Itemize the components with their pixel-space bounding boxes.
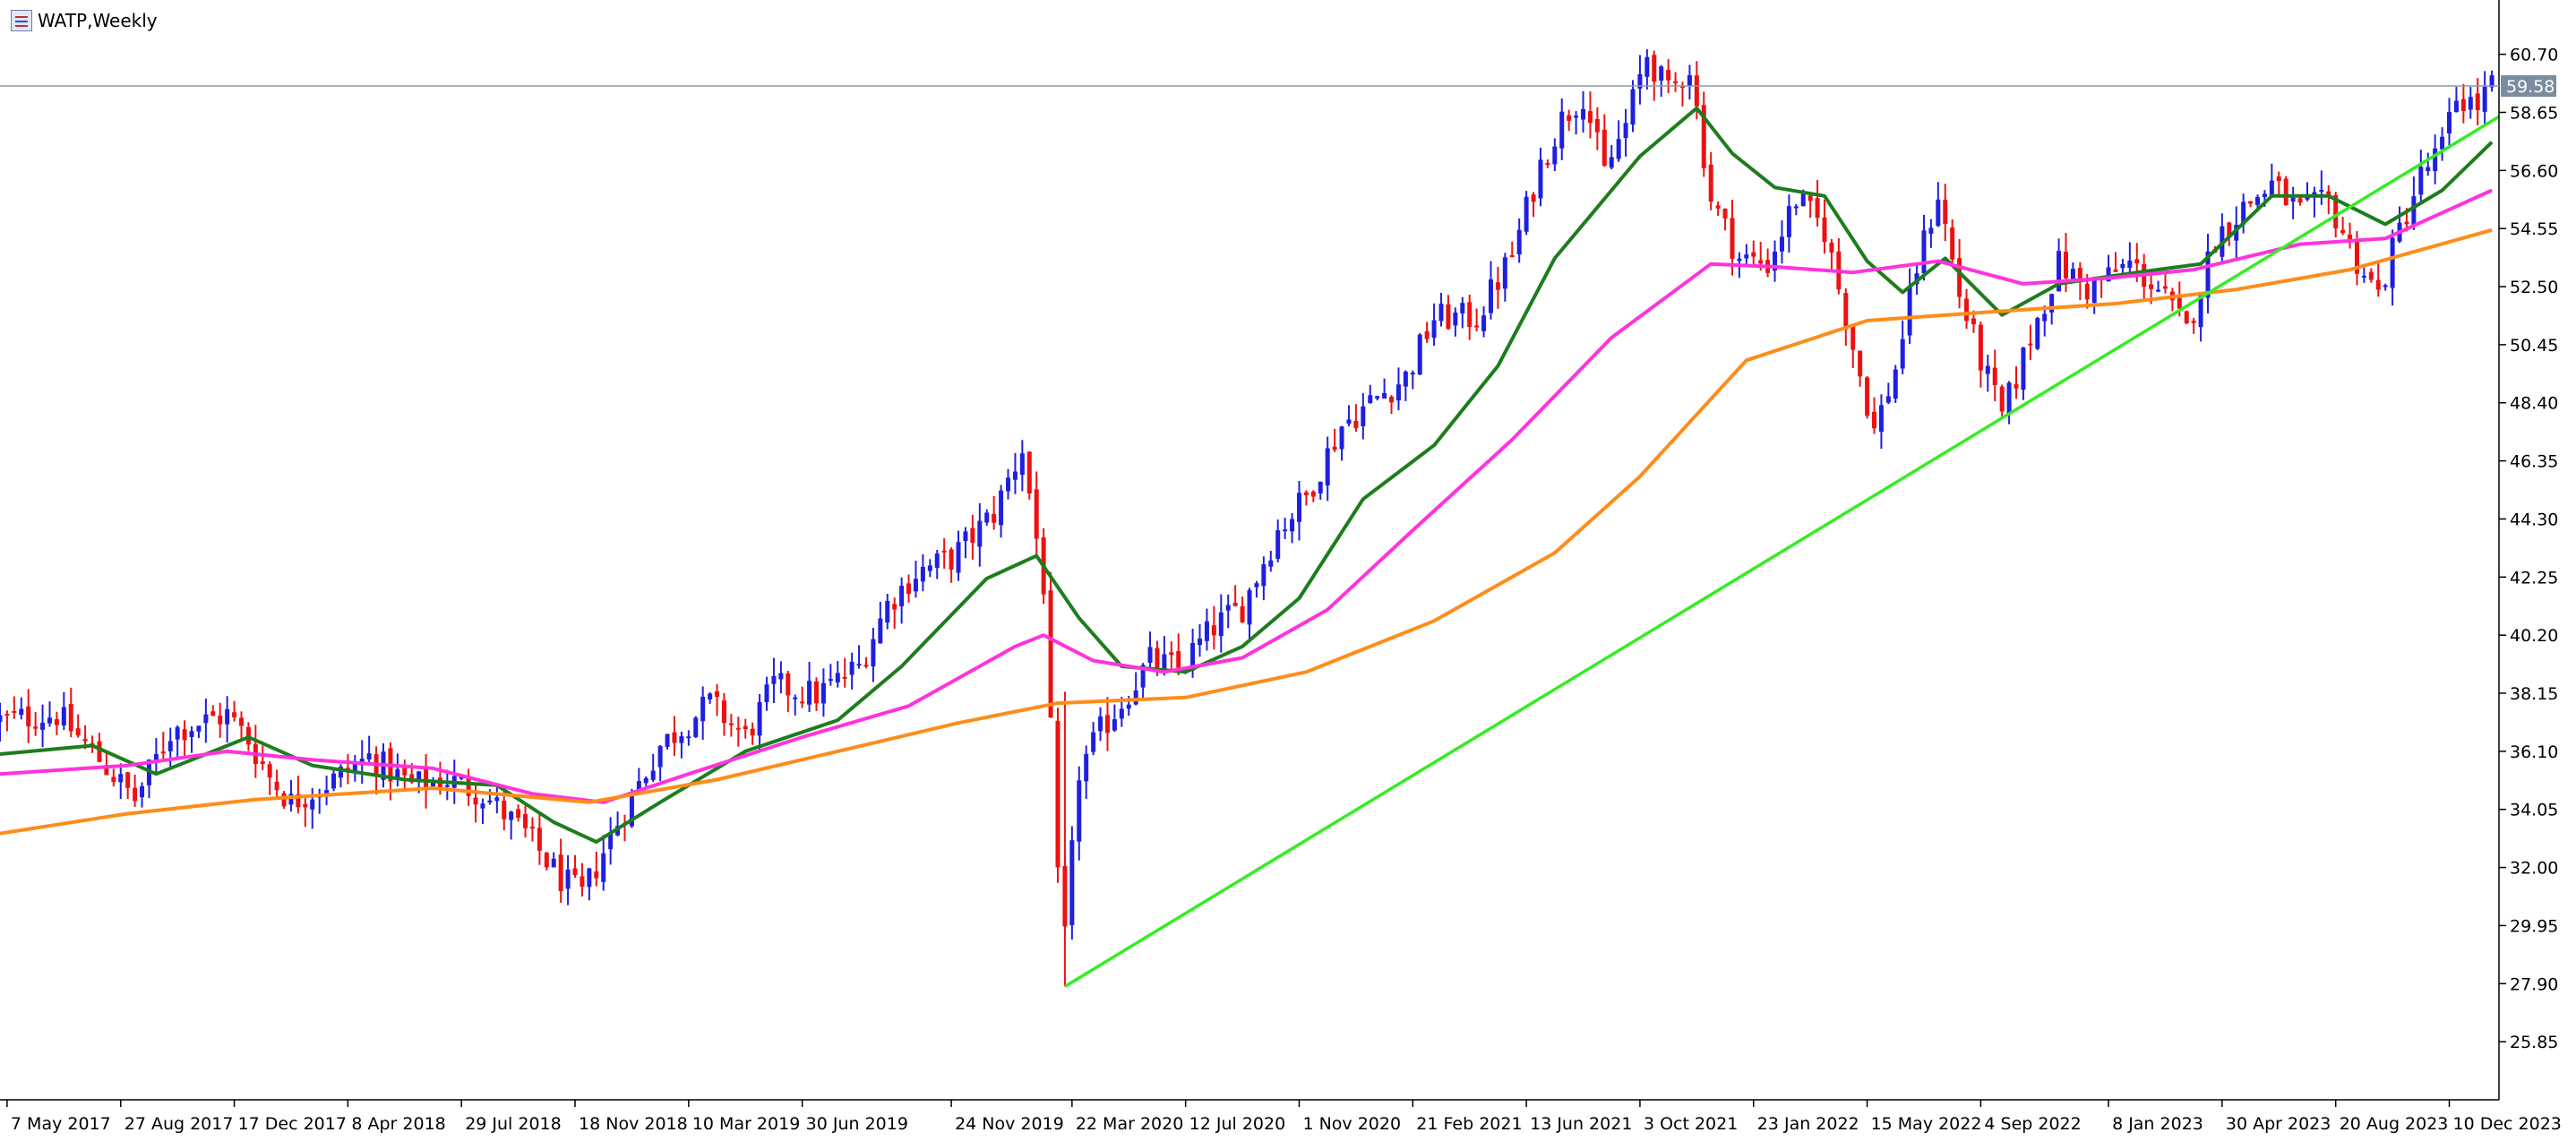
time-tick-label: 7 May 2017 — [11, 1114, 111, 1134]
price-tick-label: 56.60 — [2510, 161, 2558, 181]
price-tick-label: 46.35 — [2510, 452, 2558, 472]
candle — [1069, 826, 1075, 940]
price-tick-label: 40.20 — [2510, 626, 2558, 646]
price-tick-label: 38.15 — [2510, 684, 2558, 704]
current-price-label: 59.58 — [2506, 77, 2555, 97]
price-tick-label: 58.65 — [2510, 103, 2558, 123]
price-tick-label: 44.30 — [2510, 510, 2558, 529]
time-tick-label: 18 Nov 2018 — [579, 1114, 688, 1134]
price-tick-label: 50.45 — [2510, 336, 2558, 356]
candle — [1865, 376, 1870, 419]
time-tick-label: 10 Dec 2023 — [2453, 1114, 2562, 1134]
time-tick-label: 8 Apr 2018 — [351, 1114, 445, 1134]
time-tick-label: 15 May 2022 — [1871, 1114, 1982, 1134]
symbol-title: WATP,Weekly — [38, 10, 158, 31]
chart-background — [0, 0, 2576, 1141]
candle — [2035, 316, 2040, 350]
time-tick-label: 24 Nov 2019 — [955, 1114, 1064, 1134]
candle — [1893, 365, 1898, 404]
time-tick-label: 4 Sep 2022 — [1984, 1114, 2081, 1134]
candle — [1055, 708, 1060, 883]
time-tick-label: 27 Aug 2017 — [125, 1114, 234, 1134]
candle — [1524, 191, 1529, 236]
candle — [1417, 333, 1422, 375]
time-tick-label: 21 Feb 2021 — [1416, 1114, 1522, 1134]
price-tick-label: 32.00 — [2510, 859, 2558, 879]
price-tick-label: 34.05 — [2510, 801, 2558, 820]
time-tick-label: 1 Nov 2020 — [1302, 1114, 1401, 1134]
time-tick-label: 23 Jan 2022 — [1757, 1114, 1859, 1134]
time-tick-label: 13 Jun 2021 — [1530, 1114, 1632, 1134]
chart-window[interactable]: 60.70 58.65 56.60 54.55 52.50 50.45 48.40 46.35… — [0, 0, 2576, 1141]
time-tick-label: 12 Jul 2020 — [1189, 1114, 1286, 1134]
time-tick-label: 22 Mar 2020 — [1076, 1114, 1183, 1134]
price-tick-label: 36.10 — [2510, 742, 2558, 762]
price-tick-label: 54.55 — [2510, 219, 2558, 239]
candle — [693, 716, 699, 738]
candle — [1026, 451, 1032, 500]
candle — [1048, 571, 1053, 718]
candle — [281, 791, 287, 810]
price-tick-label: 25.85 — [2510, 1033, 2558, 1052]
price-tick-label: 52.50 — [2510, 278, 2558, 297]
chart-window-icon[interactable] — [11, 10, 32, 31]
time-tick-label: 30 Apr 2023 — [2226, 1114, 2331, 1134]
candle — [2283, 176, 2288, 206]
price-tick-label: 60.70 — [2510, 46, 2558, 65]
time-tick-label: 30 Jun 2019 — [806, 1114, 908, 1134]
time-tick-label: 8 Jan 2023 — [2112, 1114, 2203, 1134]
time-tick-label: 29 Jul 2018 — [465, 1114, 562, 1134]
candle — [2184, 310, 2189, 325]
price-tick-label: 48.40 — [2510, 394, 2558, 414]
time-tick-label: 10 Mar 2019 — [692, 1114, 800, 1134]
time-tick-label: 17 Dec 2017 — [238, 1114, 347, 1134]
time-tick-label: 20 Aug 2023 — [2340, 1114, 2449, 1134]
price-tick-label: 42.25 — [2510, 568, 2558, 588]
time-tick-label: 3 Oct 2021 — [1644, 1114, 1738, 1134]
price-tick-label: 27.90 — [2510, 974, 2558, 994]
chart-title-bar: WATP,Weekly — [11, 7, 158, 34]
price-tick-label: 29.95 — [2510, 916, 2558, 936]
price-chart[interactable]: 60.70 58.65 56.60 54.55 52.50 50.45 48.40 46.35… — [0, 0, 2576, 1141]
